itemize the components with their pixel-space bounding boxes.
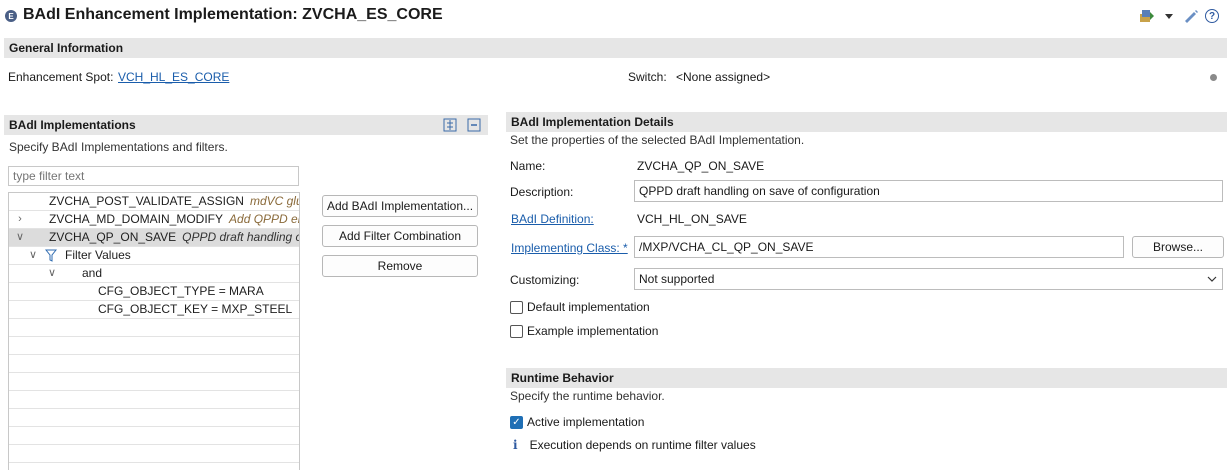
tree-row-name: ZVCHA_QP_ON_SAVE [49, 230, 177, 244]
tree-row-empty [9, 319, 299, 337]
tree-row-empty [9, 445, 299, 463]
tree-row-empty [9, 373, 299, 391]
implementing-class-link[interactable]: Implementing Class: * [511, 241, 628, 255]
name-label: Name: [510, 159, 546, 173]
add-badi-implementation-button[interactable]: Add BAdI Implementation... [322, 195, 478, 217]
implementations-header: BAdI Implementations [4, 115, 488, 135]
chevron-right-icon[interactable]: › [14, 211, 26, 228]
badi-definition-link[interactable]: BAdI Definition: [511, 212, 594, 226]
tree-row-name: Filter Values [65, 248, 131, 262]
tree-row-desc: QPPD draft handling on [182, 230, 299, 244]
tree-row-desc: mdVC glue [249, 194, 299, 208]
switch-value: <None assigned> [676, 70, 771, 84]
chevron-down-icon[interactable]: ∨ [14, 229, 26, 246]
switch-label: Switch: [628, 70, 667, 84]
general-info-header: General Information [4, 38, 1227, 58]
enhancement-spot-label: Enhancement Spot: [8, 70, 114, 84]
customizing-selected-value: Not supported [639, 272, 715, 286]
tree-row-and[interactable]: ∨ and [9, 265, 299, 283]
info-icon: i [513, 438, 518, 452]
badi-definition-value: VCH_HL_ON_SAVE [637, 212, 747, 226]
expand-all-icon[interactable] [442, 117, 458, 133]
tree-row-empty [9, 337, 299, 355]
name-value: ZVCHA_QP_ON_SAVE [637, 159, 765, 173]
help-icon[interactable]: ? [1205, 9, 1219, 23]
active-implementation-option[interactable]: ✓ Active implementation [510, 415, 644, 429]
chevron-down-icon[interactable]: ∨ [27, 247, 39, 264]
header-toolbar: ? [1139, 8, 1219, 24]
enhancement-spot-link[interactable]: VCH_HL_ES_CORE [118, 70, 229, 84]
browse-button[interactable]: Browse... [1132, 236, 1224, 258]
customizing-select[interactable]: Not supported [634, 268, 1223, 290]
tree-row-desc: Add QPPD ele [229, 212, 299, 226]
details-header: BAdI Implementation Details [506, 112, 1227, 132]
tree-row-name: ZVCHA_POST_VALIDATE_ASSIGN [49, 194, 244, 208]
tree-row-qp-on-save[interactable]: ∨ ZVCHA_QP_ON_SAVE QPPD draft handling on [9, 229, 299, 247]
runtime-header: Runtime Behavior [506, 368, 1227, 388]
implementations-tree[interactable]: ZVCHA_POST_VALIDATE_ASSIGN mdVC glue › ZV… [8, 192, 300, 470]
implementing-class-field[interactable]: /MXP/VCHA_CL_QP_ON_SAVE [634, 236, 1124, 258]
example-implementation-option[interactable]: Example implementation [510, 324, 658, 338]
filter-input[interactable] [8, 166, 299, 186]
customizing-label: Customizing: [510, 273, 580, 287]
tree-row-name: and [82, 266, 103, 280]
default-implementation-option[interactable]: Default implementation [510, 300, 650, 314]
active-implementation-label: Active implementation [527, 415, 645, 429]
chevron-down-icon[interactable]: ∨ [46, 265, 58, 282]
enhancement-icon: E [5, 10, 17, 22]
edit-icon[interactable] [1183, 8, 1199, 24]
runtime-info: i Execution depends on runtime filter va… [513, 438, 756, 452]
runtime-info-text: Execution depends on runtime filter valu… [529, 438, 756, 452]
tree-row-cfg-object-type[interactable]: CFG_OBJECT_TYPE = MARA [9, 283, 299, 301]
chevron-down-icon [1207, 273, 1217, 287]
example-implementation-checkbox[interactable] [510, 324, 523, 338]
remove-button[interactable]: Remove [322, 255, 478, 277]
tree-row-name: CFG_OBJECT_TYPE = MARA [98, 284, 264, 298]
active-implementation-checkbox[interactable]: ✓ [510, 415, 523, 429]
filter-icon [44, 249, 58, 264]
default-implementation-checkbox[interactable] [510, 300, 523, 314]
collapse-all-icon[interactable] [466, 117, 482, 133]
tree-row-md-domain[interactable]: › ZVCHA_MD_DOMAIN_MODIFY Add QPPD ele [9, 211, 299, 229]
tree-row-cfg-object-key[interactable]: CFG_OBJECT_KEY = MXP_STEEL [9, 301, 299, 319]
example-implementation-label: Example implementation [527, 324, 659, 338]
tree-row-filter-values[interactable]: ∨ Filter Values [9, 247, 299, 265]
tree-row-empty [9, 355, 299, 373]
implementations-subtitle: Specify BAdI Implementations and filters… [9, 140, 228, 154]
dropdown-icon[interactable] [1161, 8, 1177, 24]
tree-row-post-validate[interactable]: ZVCHA_POST_VALIDATE_ASSIGN mdVC glue [9, 193, 299, 211]
tree-row-name: CFG_OBJECT_KEY = MXP_STEEL [98, 302, 293, 316]
runtime-subtitle: Specify the runtime behavior. [510, 389, 665, 403]
tree-row-name: ZVCHA_MD_DOMAIN_MODIFY [49, 212, 224, 226]
deploy-icon[interactable] [1139, 8, 1155, 24]
tree-row-empty [9, 463, 299, 470]
details-subtitle: Set the properties of the selected BAdI … [510, 133, 805, 147]
add-filter-combination-button[interactable]: Add Filter Combination [322, 225, 478, 247]
default-implementation-label: Default implementation [527, 300, 650, 314]
tree-row-empty [9, 391, 299, 409]
description-label: Description: [510, 185, 574, 199]
description-field[interactable]: QPPD draft handling on save of configura… [634, 180, 1223, 202]
status-dot-icon [1210, 74, 1217, 81]
page-title: BAdI Enhancement Implementation: ZVCHA_E… [23, 6, 443, 23]
tree-row-empty [9, 427, 299, 445]
tree-row-empty [9, 409, 299, 427]
